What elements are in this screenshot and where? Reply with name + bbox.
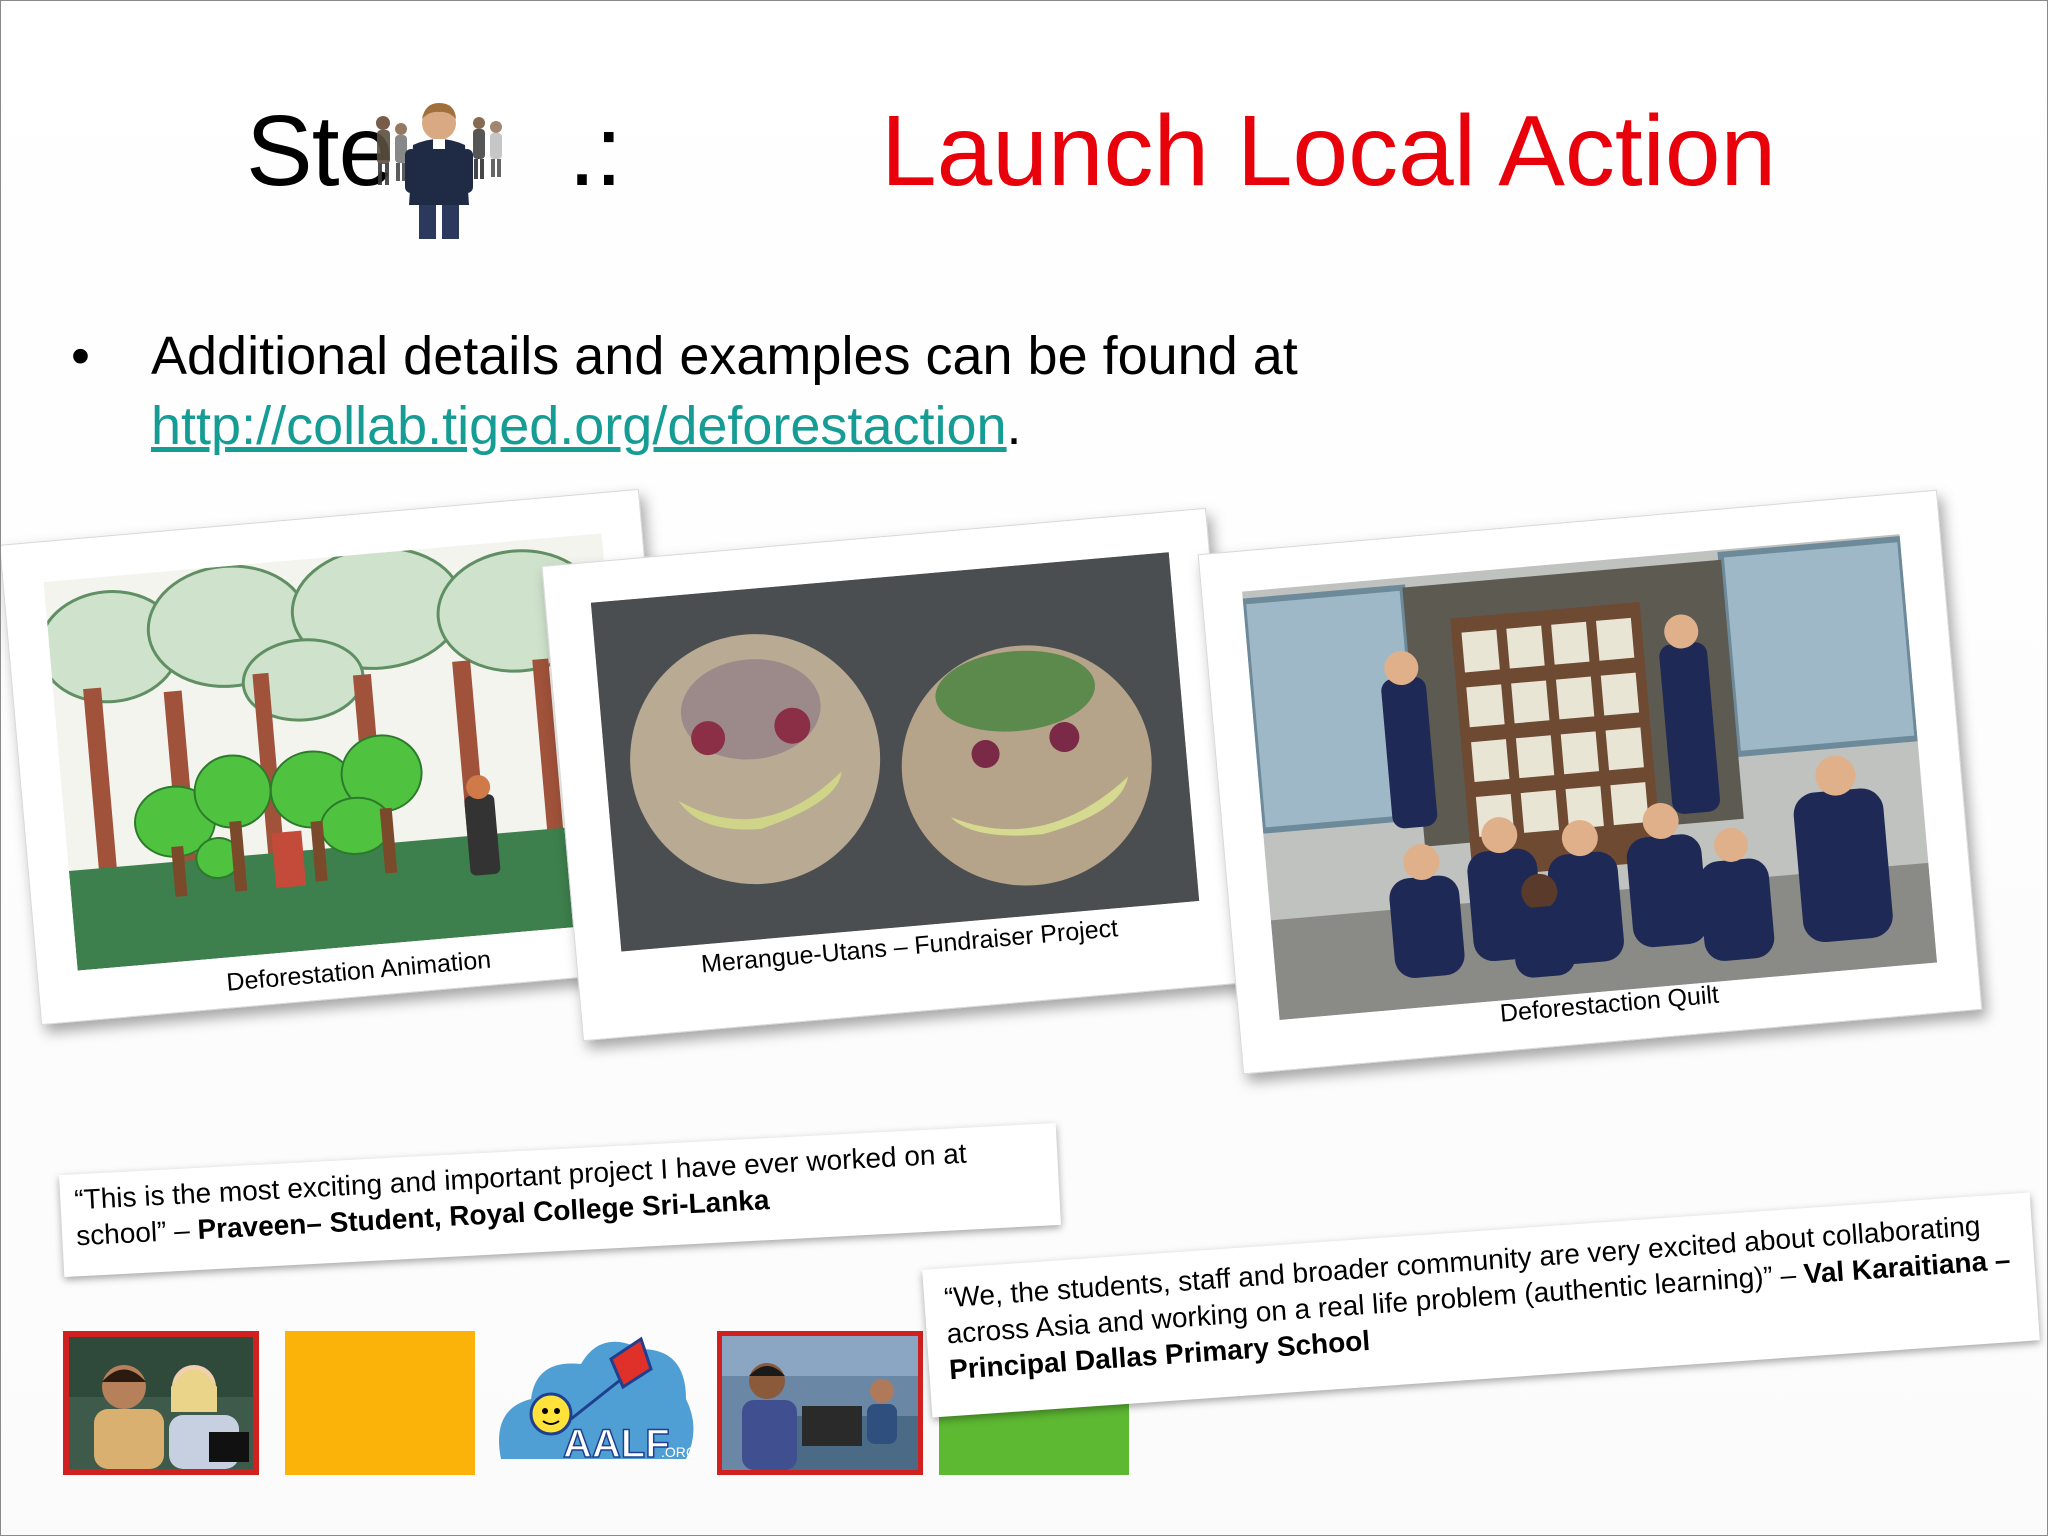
quote-val-karaitiana: “We, the students, staff and broader com… [922, 1192, 2040, 1418]
photo-merangue-utans: Merangue-Utans – Fundraiser Project [541, 507, 1248, 1042]
slide-title: Launch Local Action [881, 95, 1777, 207]
students-figure-image [376, 103, 502, 239]
bullet-symbol: • [71, 326, 90, 386]
bullet-period: . [1006, 396, 1022, 456]
aalf-logo: AALF .ORG [491, 1319, 701, 1469]
footer-tile-students-photo [63, 1331, 259, 1475]
deforestaction-link[interactable]: http://collab.tiged.org/deforestaction [151, 396, 1007, 456]
bullet-text: Additional details and examples can be f… [151, 326, 1298, 386]
photo-deforestaction-quilt: Deforestaction Quilt [1197, 489, 1983, 1075]
aalf-logo-suffix: .ORG [661, 1444, 697, 1460]
aalf-logo-text: AALF [563, 1422, 670, 1466]
merangue-utans-image [590, 552, 1200, 952]
footer-tile-yellow [285, 1331, 475, 1475]
title-step-suffix: .: [568, 95, 623, 207]
bullet-text-block: Additional details and examples can be f… [151, 321, 1851, 461]
deforestaction-quilt-image [1242, 534, 1938, 1020]
footer-tile-classroom-photo [717, 1331, 923, 1475]
quote-praveen: “This is the most exciting and important… [59, 1122, 1061, 1278]
slide: Ste.: Launch Local Action • Additional d… [0, 0, 2048, 1536]
